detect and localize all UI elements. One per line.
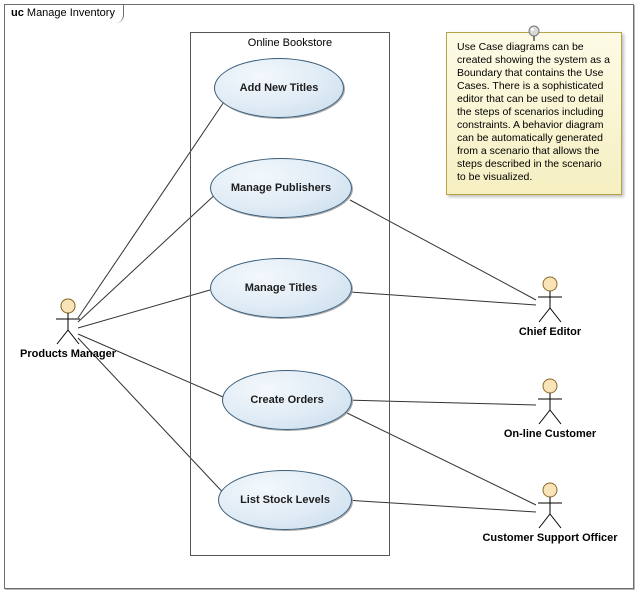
person-icon xyxy=(535,482,565,530)
diagram-frame-title: Manage Inventory xyxy=(27,7,115,19)
usecase-manage-titles[interactable]: Manage Titles xyxy=(210,258,352,318)
actor-online-customer[interactable]: On-line Customer xyxy=(500,378,600,440)
diagram-frame-tab: uc Manage Inventory xyxy=(4,4,124,23)
actor-label: Chief Editor xyxy=(510,326,590,338)
usecase-create-orders[interactable]: Create Orders xyxy=(222,370,352,430)
usecase-label: List Stock Levels xyxy=(240,494,330,506)
usecase-label: Manage Publishers xyxy=(231,182,331,194)
pushpin-icon xyxy=(526,25,542,41)
actor-label: Products Manager xyxy=(18,348,118,360)
usecase-label: Create Orders xyxy=(250,394,323,406)
person-icon xyxy=(535,378,565,426)
usecase-label: Add New Titles xyxy=(240,82,319,94)
actor-label: On-line Customer xyxy=(500,428,600,440)
diagram-note[interactable]: Use Case diagrams can be created showing… xyxy=(446,32,622,195)
system-boundary-title: Online Bookstore xyxy=(191,37,389,49)
diagram-frame-prefix: uc xyxy=(11,7,24,19)
actor-products-manager[interactable]: Products Manager xyxy=(18,298,118,360)
actor-label: Customer Support Officer xyxy=(480,532,620,544)
usecase-manage-publishers[interactable]: Manage Publishers xyxy=(210,158,352,218)
person-icon xyxy=(535,276,565,324)
person-icon xyxy=(53,298,83,346)
diagram-canvas: uc Manage Inventory Online Bookstore Add… xyxy=(0,0,640,595)
usecase-add-new-titles[interactable]: Add New Titles xyxy=(214,58,344,118)
usecase-list-stock-levels[interactable]: List Stock Levels xyxy=(218,470,352,530)
actor-customer-support-officer[interactable]: Customer Support Officer xyxy=(480,482,620,544)
usecase-label: Manage Titles xyxy=(245,282,318,294)
actor-chief-editor[interactable]: Chief Editor xyxy=(510,276,590,338)
diagram-note-text: Use Case diagrams can be created showing… xyxy=(457,41,610,183)
